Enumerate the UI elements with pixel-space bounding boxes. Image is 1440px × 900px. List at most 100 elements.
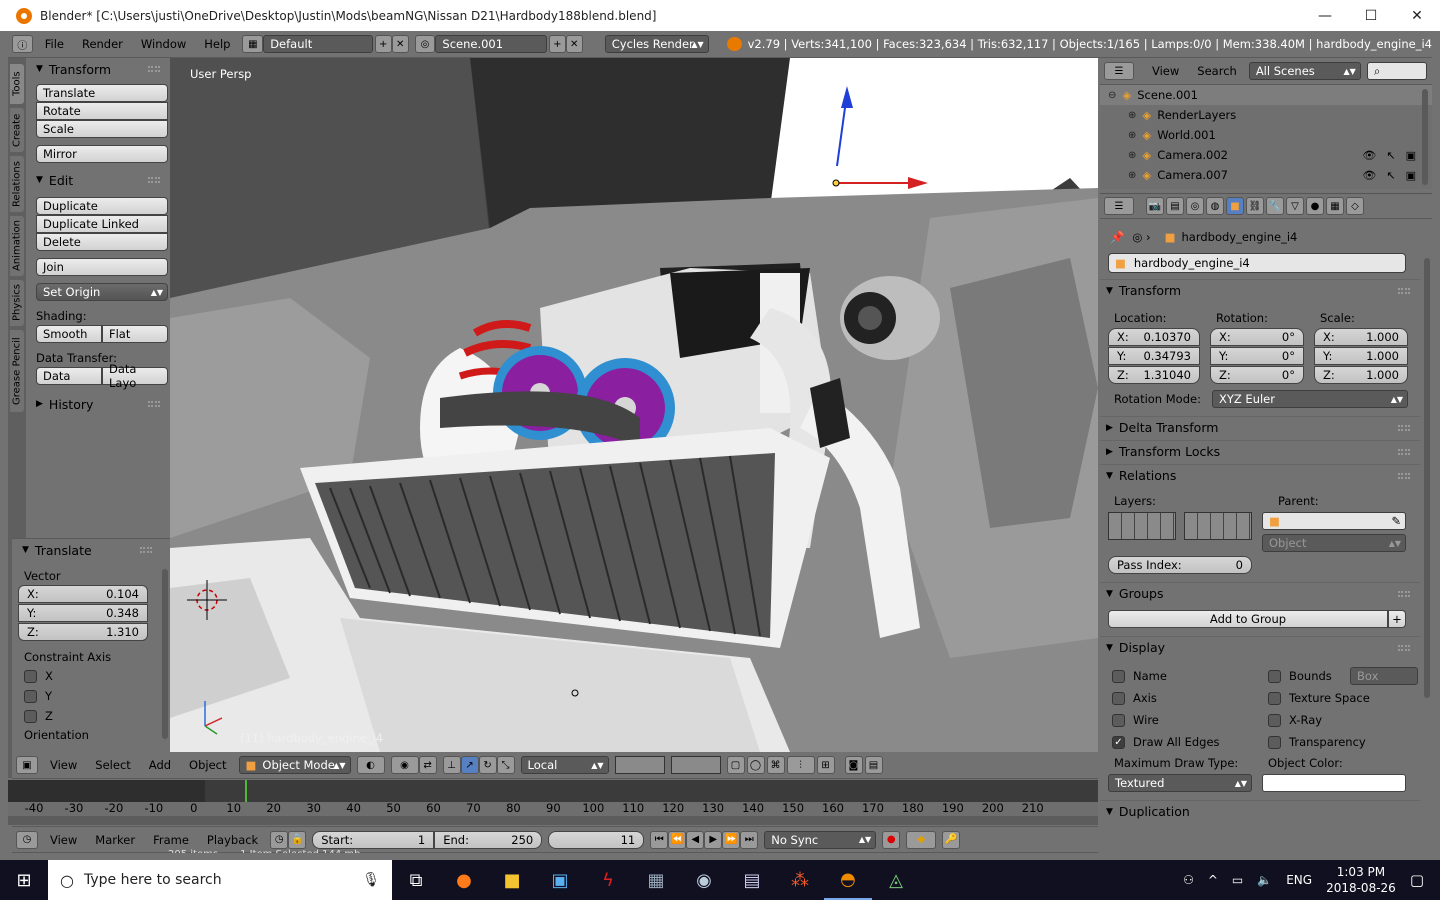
panel-grip-icon[interactable] [148, 401, 160, 407]
texture-space-checkbox[interactable]: Texture Space [1268, 688, 1418, 708]
join-button[interactable]: Join [36, 258, 168, 276]
operator-panel-header[interactable]: ▼ Translate [12, 539, 170, 561]
screen-layout-icon[interactable]: ▦ [242, 35, 264, 53]
end-frame-field[interactable]: End: 250 [434, 830, 543, 849]
transform-locks-header[interactable]: ▶ Transform Locks [1100, 440, 1420, 462]
panel-grip-icon[interactable] [1398, 287, 1410, 294]
auto-keying-icon[interactable]: ● [882, 830, 901, 849]
render-layers-tab-icon[interactable]: ▤ [1166, 197, 1184, 215]
blender-taskbar-icon[interactable]: ◓ [824, 860, 872, 900]
outliner-item[interactable]: ⊕ ◈ RenderLayers [1100, 105, 1432, 125]
texture-tab-icon[interactable]: ▦ [1326, 197, 1344, 215]
add-scene-icon[interactable]: + [548, 35, 566, 53]
rot-z-field[interactable]: Z: 0° [1210, 366, 1304, 384]
keying-set-icon[interactable]: ◆ [906, 830, 937, 849]
sync-mode-select[interactable]: No Sync ▲▼ [764, 830, 877, 849]
visibility-eye-icon[interactable]: 👁 [1362, 169, 1376, 182]
bounds-type-select[interactable]: Box [1350, 667, 1418, 685]
editor-type-timeline-icon[interactable]: ◷ [16, 830, 38, 849]
history-panel-header[interactable]: ▶ History [30, 393, 170, 415]
panel-grip-icon[interactable] [1398, 644, 1410, 651]
render-animation-icon[interactable]: ▤ [864, 756, 883, 774]
scl-x-field[interactable]: X: 1.000 [1314, 328, 1408, 346]
object-name-field[interactable]: ■ hardbody_engine_i4 [1108, 253, 1406, 273]
modifiers-tab-icon[interactable]: 🔧 [1266, 197, 1284, 215]
snap-target-icon[interactable]: ⊞ [816, 756, 835, 774]
duplicate-linked-button[interactable]: Duplicate Linked [36, 215, 168, 233]
outliner-item[interactable]: ⊕◈Cube [1100, 185, 1432, 189]
vector-z-field[interactable]: Z: 1.310 [18, 623, 148, 641]
render-tab-icon[interactable]: 📷 [1146, 197, 1164, 215]
transform-panel-header[interactable]: ▼ Transform [30, 58, 170, 80]
outliner-search-field[interactable]: ⌕ [1366, 62, 1427, 80]
menu-render[interactable]: Render [76, 35, 129, 53]
loc-z-field[interactable]: Z: 1.31040 [1108, 366, 1200, 384]
display-header[interactable]: ▼ Display [1100, 636, 1420, 658]
outliner-menu-view[interactable]: View [1146, 62, 1185, 80]
tab-relations[interactable]: Relations [10, 156, 24, 212]
origin-icon[interactable]: ⁂ [776, 860, 824, 900]
photo-app-icon[interactable]: ▦ [632, 860, 680, 900]
task-view-icon[interactable]: ⧉ [392, 860, 440, 900]
physics-tab-icon[interactable]: ◇ [1346, 197, 1364, 215]
eyedropper-icon[interactable]: ✎ [1391, 514, 1401, 528]
transparency-checkbox[interactable]: Transparency [1268, 732, 1418, 752]
jump-start-icon[interactable]: ⏮ [650, 830, 669, 849]
max-draw-type-select[interactable]: Textured ▲▼ [1108, 774, 1252, 792]
expand-icon[interactable]: ⊕ [1128, 130, 1136, 141]
menu-file[interactable]: File [39, 35, 70, 53]
set-origin-dropdown[interactable]: Set Origin ▲▼ [36, 283, 168, 301]
jump-end-icon[interactable]: ⏭ [740, 830, 759, 849]
xray-checkbox[interactable]: X-Ray [1268, 710, 1418, 730]
object-layers-grid-b[interactable] [1184, 512, 1252, 540]
prev-keyframe-icon[interactable]: ⏪ [668, 830, 687, 849]
object-tab-icon[interactable]: ■ [1226, 197, 1244, 215]
timeline-menu-view[interactable]: View [44, 831, 83, 849]
windows-store-icon[interactable]: ▣ [536, 860, 584, 900]
show-name-checkbox[interactable]: Name [1112, 666, 1268, 686]
collapse-icon[interactable]: ⊖ [1108, 90, 1116, 101]
timeline-ruler[interactable]: -40 -30 -20 -10 0 10 20 30 40 50 60 70 80 90 100 110 120… [8, 801, 1098, 816]
data-tab-icon[interactable]: ▽ [1286, 197, 1304, 215]
people-icon[interactable]: ⚇ [1183, 873, 1194, 887]
tab-create[interactable]: Create [10, 108, 24, 152]
maximize-button[interactable]: ☐ [1348, 0, 1394, 31]
groups-header[interactable]: ▼ Groups [1100, 582, 1420, 604]
network-app-icon[interactable]: ◬ [872, 860, 920, 900]
windows-start-icon[interactable]: ⊞ [0, 860, 48, 900]
steam-icon[interactable]: ◉ [680, 860, 728, 900]
smooth-button[interactable]: Smooth [36, 325, 102, 343]
panel-grip-icon[interactable] [140, 547, 152, 553]
editor-type-3d-icon[interactable]: ▣ [16, 756, 38, 774]
show-bounds-checkbox[interactable]: Bounds Box [1268, 666, 1418, 686]
next-keyframe-icon[interactable]: ⏩ [722, 830, 741, 849]
constraint-y-checkbox[interactable]: Y [18, 686, 148, 706]
loc-x-field[interactable]: X: 0.10370 [1108, 328, 1200, 346]
duplication-header[interactable]: ▼ Duplication [1100, 800, 1420, 822]
vector-x-field[interactable]: X: 0.104 [18, 585, 148, 603]
scale-button[interactable]: Scale [36, 120, 168, 138]
menu-help[interactable]: Help [198, 35, 236, 53]
editor-app-icon[interactable]: ▤ [728, 860, 776, 900]
scene-icon[interactable]: ◎ [414, 35, 436, 53]
scl-z-field[interactable]: Z: 1.000 [1314, 366, 1408, 384]
expand-icon[interactable]: ⊕ [1128, 110, 1136, 121]
pin-icon[interactable]: 📌 [1110, 230, 1124, 244]
object-layers-grid-a[interactable] [1108, 512, 1176, 540]
render-still-icon[interactable]: ◙ [844, 756, 863, 774]
rotate-button[interactable]: Rotate [36, 102, 168, 120]
layers-grid-2[interactable] [670, 756, 721, 774]
constraint-z-checkbox[interactable]: Z [18, 706, 148, 726]
current-frame-marker[interactable] [245, 780, 247, 802]
minimize-button[interactable]: — [1302, 0, 1348, 31]
panel-grip-icon[interactable] [1398, 590, 1410, 597]
scene-tab-icon[interactable]: ◎ [1186, 197, 1204, 215]
rotate-manipulator-icon[interactable]: ↻ [478, 756, 497, 774]
add-layout-icon[interactable]: + [374, 35, 392, 53]
parent-object-field[interactable]: ■ ✎ [1262, 512, 1406, 530]
rot-x-field[interactable]: X: 0° [1210, 328, 1304, 346]
insert-keyframe-icon[interactable]: 🔑 [942, 830, 961, 849]
material-tab-icon[interactable]: ● [1306, 197, 1324, 215]
edit-panel-header[interactable]: ▼ Edit [30, 169, 170, 191]
microphone-icon[interactable]: 🎙 [362, 872, 380, 888]
